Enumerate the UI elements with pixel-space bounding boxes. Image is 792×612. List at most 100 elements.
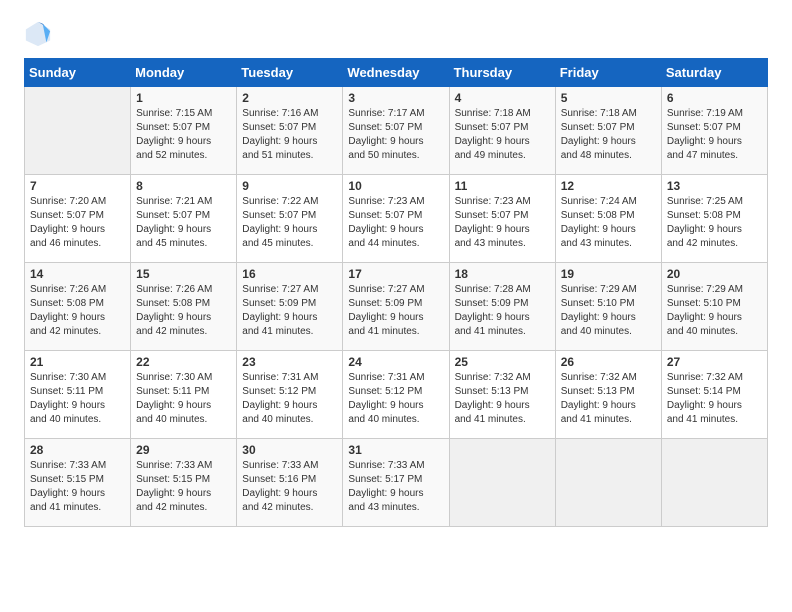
calendar-cell: 1 Sunrise: 7:15 AM Sunset: 5:07 PM Daylig… [131, 87, 237, 175]
day-number: 26 [561, 355, 656, 369]
day-info: Sunrise: 7:31 AM Sunset: 5:12 PM Dayligh… [242, 371, 337, 427]
day-number: 19 [561, 267, 656, 281]
day-info: Sunrise: 7:33 AM Sunset: 5:16 PM Dayligh… [242, 459, 337, 515]
day-number: 11 [455, 179, 550, 193]
day-info: Sunrise: 7:16 AM Sunset: 5:07 PM Dayligh… [242, 107, 337, 163]
calendar-cell: 13Sunrise: 7:25 AM Sunset: 5:08 PM Dayli… [661, 175, 767, 263]
day-info: Sunrise: 7:29 AM Sunset: 5:10 PM Dayligh… [667, 283, 762, 339]
calendar-cell: 27 Sunrise: 7:32 AM Sunset: 5:14 PM Dayli… [661, 351, 767, 439]
day-info: Sunrise: 7:21 AM Sunset: 5:07 PM Dayligh… [136, 195, 231, 251]
calendar-cell: 2 Sunrise: 7:16 AM Sunset: 5:07 PM Daylig… [237, 87, 343, 175]
day-number: 30 [242, 443, 337, 457]
header-day-monday: Monday [131, 59, 237, 87]
calendar-cell [25, 87, 131, 175]
header-day-thursday: Thursday [449, 59, 555, 87]
day-info: Sunrise: 7:24 AM Sunset: 5:08 PM Dayligh… [561, 195, 656, 251]
day-info: Sunrise: 7:31 AM Sunset: 5:12 PM Dayligh… [348, 371, 443, 427]
week-row-3: 14 Sunrise: 7:26 AM Sunset: 5:08 PM Dayli… [25, 263, 768, 351]
calendar-cell: 7Sunrise: 7:20 AM Sunset: 5:07 PM Daylig… [25, 175, 131, 263]
calendar-cell: 20 Sunrise: 7:29 AM Sunset: 5:10 PM Dayli… [661, 263, 767, 351]
day-number: 25 [455, 355, 550, 369]
day-info: Sunrise: 7:23 AM Sunset: 5:07 PM Dayligh… [455, 195, 550, 251]
day-info: Sunrise: 7:30 AM Sunset: 5:11 PM Dayligh… [136, 371, 231, 427]
day-info: Sunrise: 7:22 AM Sunset: 5:07 PM Dayligh… [242, 195, 337, 251]
calendar-cell: 6 Sunrise: 7:19 AM Sunset: 5:07 PM Daylig… [661, 87, 767, 175]
day-number: 13 [667, 179, 762, 193]
day-number: 28 [30, 443, 125, 457]
day-number: 5 [561, 91, 656, 105]
calendar-cell: 24Sunrise: 7:31 AM Sunset: 5:12 PM Dayli… [343, 351, 449, 439]
day-info: Sunrise: 7:18 AM Sunset: 5:07 PM Dayligh… [561, 107, 656, 163]
calendar-cell: 11 Sunrise: 7:23 AM Sunset: 5:07 PM Dayli… [449, 175, 555, 263]
day-info: Sunrise: 7:33 AM Sunset: 5:15 PM Dayligh… [136, 459, 231, 515]
day-info: Sunrise: 7:27 AM Sunset: 5:09 PM Dayligh… [348, 283, 443, 339]
day-info: Sunrise: 7:15 AM Sunset: 5:07 PM Dayligh… [136, 107, 231, 163]
calendar-header: SundayMondayTuesdayWednesdayThursdayFrid… [25, 59, 768, 87]
page-header [24, 20, 768, 48]
week-row-5: 28 Sunrise: 7:33 AM Sunset: 5:15 PM Dayli… [25, 439, 768, 527]
day-info: Sunrise: 7:26 AM Sunset: 5:08 PM Dayligh… [136, 283, 231, 339]
day-info: Sunrise: 7:23 AM Sunset: 5:07 PM Dayligh… [348, 195, 443, 251]
calendar-cell: 12 Sunrise: 7:24 AM Sunset: 5:08 PM Dayli… [555, 175, 661, 263]
day-info: Sunrise: 7:30 AM Sunset: 5:11 PM Dayligh… [30, 371, 125, 427]
calendar-cell: 18Sunrise: 7:28 AM Sunset: 5:09 PM Dayli… [449, 263, 555, 351]
calendar-cell: 23 Sunrise: 7:31 AM Sunset: 5:12 PM Dayli… [237, 351, 343, 439]
day-info: Sunrise: 7:29 AM Sunset: 5:10 PM Dayligh… [561, 283, 656, 339]
day-number: 12 [561, 179, 656, 193]
day-info: Sunrise: 7:28 AM Sunset: 5:09 PM Dayligh… [455, 283, 550, 339]
day-number: 9 [242, 179, 337, 193]
logo-icon [24, 20, 52, 48]
calendar-cell: 5 Sunrise: 7:18 AM Sunset: 5:07 PM Daylig… [555, 87, 661, 175]
logo [24, 20, 56, 48]
calendar-cell: 26Sunrise: 7:32 AM Sunset: 5:13 PM Dayli… [555, 351, 661, 439]
calendar-cell: 31Sunrise: 7:33 AM Sunset: 5:17 PM Dayli… [343, 439, 449, 527]
calendar-cell: 4 Sunrise: 7:18 AM Sunset: 5:07 PM Daylig… [449, 87, 555, 175]
header-day-friday: Friday [555, 59, 661, 87]
calendar-cell: 8 Sunrise: 7:21 AM Sunset: 5:07 PM Daylig… [131, 175, 237, 263]
calendar-cell: 15 Sunrise: 7:26 AM Sunset: 5:08 PM Dayli… [131, 263, 237, 351]
day-number: 14 [30, 267, 125, 281]
header-day-sunday: Sunday [25, 59, 131, 87]
day-number: 6 [667, 91, 762, 105]
calendar-table: SundayMondayTuesdayWednesdayThursdayFrid… [24, 58, 768, 527]
calendar-cell: 17 Sunrise: 7:27 AM Sunset: 5:09 PM Dayli… [343, 263, 449, 351]
calendar-cell: 9 Sunrise: 7:22 AM Sunset: 5:07 PM Daylig… [237, 175, 343, 263]
day-info: Sunrise: 7:18 AM Sunset: 5:07 PM Dayligh… [455, 107, 550, 163]
day-number: 27 [667, 355, 762, 369]
day-number: 21 [30, 355, 125, 369]
calendar-body: 1 Sunrise: 7:15 AM Sunset: 5:07 PM Daylig… [25, 87, 768, 527]
day-info: Sunrise: 7:27 AM Sunset: 5:09 PM Dayligh… [242, 283, 337, 339]
day-number: 7 [30, 179, 125, 193]
day-info: Sunrise: 7:33 AM Sunset: 5:15 PM Dayligh… [30, 459, 125, 515]
calendar-cell [555, 439, 661, 527]
day-number: 1 [136, 91, 231, 105]
header-day-saturday: Saturday [661, 59, 767, 87]
day-number: 8 [136, 179, 231, 193]
day-number: 29 [136, 443, 231, 457]
header-day-tuesday: Tuesday [237, 59, 343, 87]
calendar-cell [661, 439, 767, 527]
week-row-4: 21 Sunrise: 7:30 AM Sunset: 5:11 PM Dayli… [25, 351, 768, 439]
day-number: 16 [242, 267, 337, 281]
day-number: 23 [242, 355, 337, 369]
day-number: 31 [348, 443, 443, 457]
day-number: 15 [136, 267, 231, 281]
calendar-cell: 22 Sunrise: 7:30 AM Sunset: 5:11 PM Dayli… [131, 351, 237, 439]
week-row-2: 7Sunrise: 7:20 AM Sunset: 5:07 PM Daylig… [25, 175, 768, 263]
day-info: Sunrise: 7:32 AM Sunset: 5:14 PM Dayligh… [667, 371, 762, 427]
day-number: 2 [242, 91, 337, 105]
day-info: Sunrise: 7:32 AM Sunset: 5:13 PM Dayligh… [455, 371, 550, 427]
day-info: Sunrise: 7:26 AM Sunset: 5:08 PM Dayligh… [30, 283, 125, 339]
week-row-1: 1 Sunrise: 7:15 AM Sunset: 5:07 PM Daylig… [25, 87, 768, 175]
day-number: 17 [348, 267, 443, 281]
calendar-cell: 30 Sunrise: 7:33 AM Sunset: 5:16 PM Dayli… [237, 439, 343, 527]
calendar-cell: 21 Sunrise: 7:30 AM Sunset: 5:11 PM Dayli… [25, 351, 131, 439]
day-number: 20 [667, 267, 762, 281]
calendar-cell: 25 Sunrise: 7:32 AM Sunset: 5:13 PM Dayli… [449, 351, 555, 439]
day-number: 22 [136, 355, 231, 369]
day-info: Sunrise: 7:17 AM Sunset: 5:07 PM Dayligh… [348, 107, 443, 163]
day-info: Sunrise: 7:19 AM Sunset: 5:07 PM Dayligh… [667, 107, 762, 163]
calendar-cell: 10Sunrise: 7:23 AM Sunset: 5:07 PM Dayli… [343, 175, 449, 263]
day-number: 4 [455, 91, 550, 105]
calendar-cell [449, 439, 555, 527]
